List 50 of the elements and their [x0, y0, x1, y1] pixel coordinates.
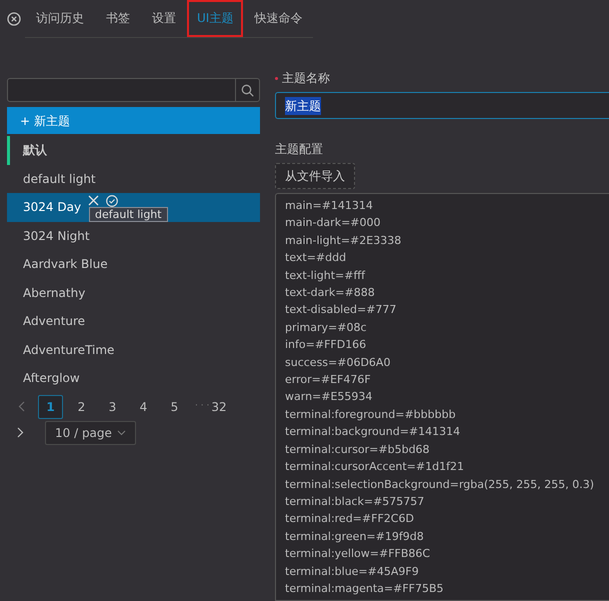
page-size-select[interactable]: 10 / page: [45, 420, 136, 444]
theme-item[interactable]: Afterglow: [7, 364, 260, 392]
config-line: terminal:black=#575757: [285, 494, 424, 510]
config-line: main=#141314: [285, 198, 373, 214]
config-line: main-light=#2E3338: [285, 232, 402, 249]
tab[interactable]: UI主题: [197, 0, 234, 37]
config-line: terminal:cursor=#b5bd68: [285, 442, 430, 458]
config-line: text-disabled=#777: [285, 302, 396, 318]
theme-item[interactable]: Aardvark Blue: [7, 250, 260, 278]
theme-item[interactable]: Abernathy: [7, 278, 260, 307]
config-line: terminal:foreground=#bbbbbb: [285, 406, 456, 423]
theme-item[interactable]: 3024 Night: [7, 222, 260, 250]
config-line: error=#EF476F: [285, 372, 371, 388]
page-button[interactable]: 32: [211, 398, 227, 416]
config-line: terminal:magenta=#FF75B5: [285, 580, 444, 597]
field-label: 主题名称: [282, 70, 330, 87]
theme-item[interactable]: 3024 Day default light: [7, 193, 260, 222]
page-button[interactable]: 1: [38, 394, 63, 418]
page-button[interactable]: 5: [162, 394, 187, 418]
new-theme-button[interactable]: + 新主题: [7, 107, 260, 134]
import-file-button[interactable]: 从文件导入: [275, 163, 355, 189]
config-line: terminal:red=#FF2C6D: [285, 511, 414, 528]
page-button[interactable]: 2: [69, 394, 94, 418]
config-line: terminal:selectionBackground=rgba(255, 255, 255, 0.3): [285, 476, 594, 492]
config-line: terminal:cursorAccent=#1d1f21: [285, 459, 464, 476]
config-line: primary=#08c: [285, 320, 367, 336]
config-line: text-light=#fff: [285, 268, 365, 284]
tooltip: default light: [89, 207, 168, 222]
config-line: success=#06D6A0: [285, 354, 390, 371]
config-line: warn=#E55934: [285, 389, 372, 406]
config-line: text=#ddd: [285, 250, 346, 266]
theme-item[interactable]: 默认: [7, 136, 260, 164]
config-line: terminal:green=#19f9d8: [285, 528, 424, 545]
config-line: text-dark=#888: [285, 285, 375, 302]
tab[interactable]: 设置: [152, 0, 176, 37]
config-line: terminal:background=#141314: [285, 424, 460, 440]
config-line: main-dark=#000: [285, 215, 380, 232]
config-line: info=#FFD166: [285, 337, 366, 354]
tab[interactable]: 快速命令: [254, 0, 302, 37]
field-label: 主题配置: [275, 141, 324, 158]
theme-item[interactable]: AdventureTime: [7, 336, 260, 364]
theme-item[interactable]: default light: [7, 164, 260, 193]
config-line: terminal:blue=#45A9F9: [285, 564, 419, 580]
page-button[interactable]: 3: [100, 394, 125, 418]
tab[interactable]: 书签: [106, 0, 130, 37]
theme-name-field[interactable]: 新主题: [275, 92, 609, 119]
tab[interactable]: 访问历史: [36, 0, 84, 37]
page-button[interactable]: 4: [131, 394, 156, 418]
theme-item[interactable]: Adventure: [7, 307, 260, 336]
config-line: terminal:yellow=#FFB86C: [285, 546, 430, 562]
